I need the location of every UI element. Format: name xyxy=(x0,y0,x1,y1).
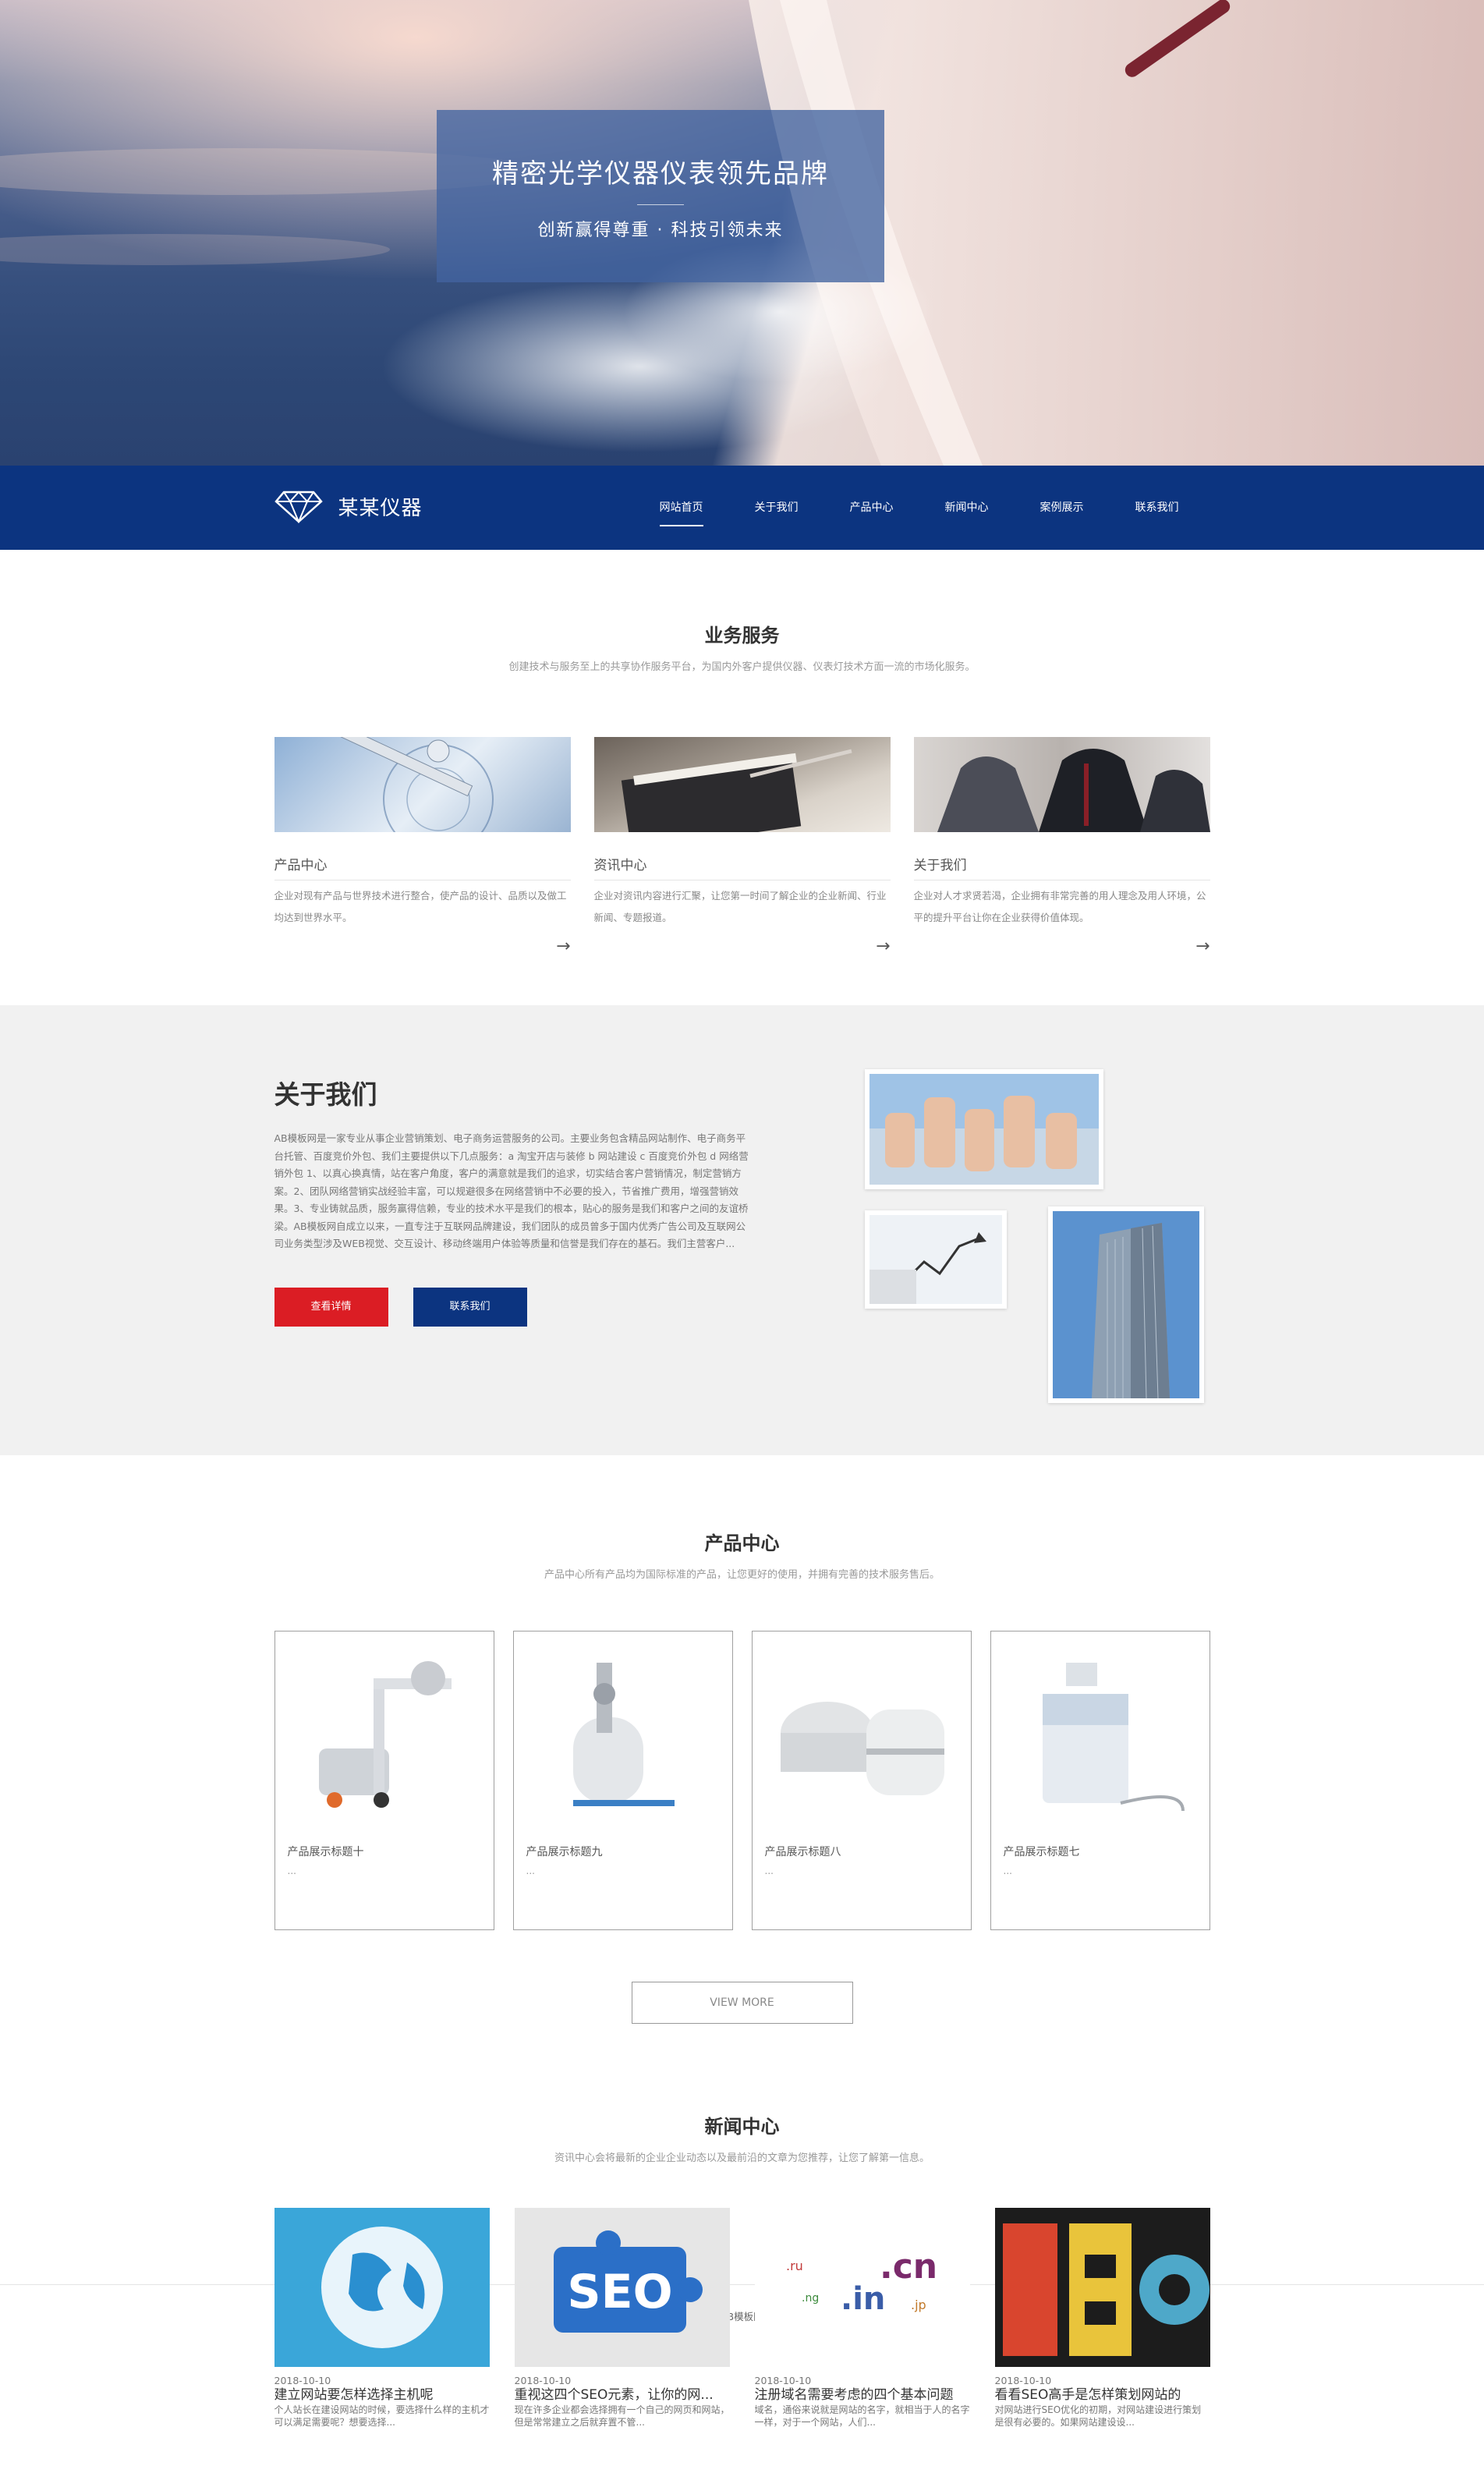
nav-item-cases[interactable]: 案例展示 xyxy=(1040,466,1084,550)
svg-text:.ru: .ru xyxy=(786,2259,803,2273)
news-headline[interactable]: 重视这四个SEO元素，让你的网... xyxy=(515,2386,730,2404)
news-date: 2018-10-10 xyxy=(514,2375,572,2386)
services-grid: 产品中心 企业对现有产品与世界技术进行整合，使产品的设计、品质以及做工均达到世界… xyxy=(274,737,1210,956)
about-photo-thumbs-up xyxy=(864,1069,1103,1189)
service-card[interactable]: 资讯中心 企业对资讯内容进行汇聚，让您第一时间了解企业的企业新闻、行业新闻、专题… xyxy=(593,737,891,956)
product-name: 产品展示标题十 xyxy=(287,1846,364,1858)
news-image-seo-letters xyxy=(994,2208,1210,2367)
about-section: 关于我们 AB模板网是一家专业从事企业营销策划、电子商务运营服务的公司。主要业务… xyxy=(0,1005,1484,1455)
product-name: 产品展示标题七 xyxy=(1003,1846,1080,1858)
product-name: 产品展示标题八 xyxy=(764,1846,841,1858)
service-text: 企业对现有产品与世界技术进行整合，使产品的设计、品质以及做工均达到世界水平。 xyxy=(274,890,567,923)
svg-text:.cn: .cn xyxy=(880,2247,937,2287)
product-card[interactable]: 产品展示标题九 ... xyxy=(512,1631,733,1930)
view-more-button[interactable]: VIEW MORE xyxy=(631,1982,853,2024)
nav-item-products[interactable]: 产品中心 xyxy=(850,466,894,550)
news-excerpt: 现在许多企业都会选择拥有一个自己的网页和网站，但是常常建立之后就弃置不管... xyxy=(514,2404,730,2428)
news-excerpt: 域名，通俗来说就是网站的名字，就相当于人的名字一样，对于一个网站，人们... xyxy=(754,2404,970,2428)
diamond-icon xyxy=(274,491,323,523)
svg-text:.in: .in xyxy=(841,2281,885,2317)
news-date: 2018-10-10 xyxy=(994,2375,1052,2386)
arrow-right-icon[interactable]: → xyxy=(594,937,890,956)
products-title: 产品中心 xyxy=(704,1532,780,1554)
product-image xyxy=(572,1663,675,1806)
service-title: 资讯中心 xyxy=(593,854,891,880)
product-card[interactable]: 产品展示标题七 ... xyxy=(990,1631,1210,1930)
service-title: 产品中心 xyxy=(274,854,571,880)
service-text: 企业对人才求贤若渴，企业拥有非常完善的用人理念及用人环境，公平的提升平台让你在企… xyxy=(913,890,1206,923)
nav-item-contact[interactable]: 联系我们 xyxy=(1135,466,1179,550)
site-logo[interactable]: 某某仪器 xyxy=(274,489,423,523)
main-navigation: 某某仪器 网站首页 关于我们 产品中心 新闻中心 案例展示 联系我们 xyxy=(0,466,1484,550)
news-date: 2018-10-10 xyxy=(754,2375,812,2386)
product-more: ... xyxy=(764,1865,774,1876)
svg-text:.ng: .ng xyxy=(802,2292,819,2305)
products-section: 产品中心 产品中心所有产品均为国际标准的产品，让您更好的使用，并拥有完善的技术服… xyxy=(0,1455,1484,2428)
view-detail-button[interactable]: 查看详情 xyxy=(274,1287,388,1327)
about-buttons: 查看详情 联系我们 xyxy=(274,1287,750,1327)
service-image-business xyxy=(913,737,1210,832)
product-name: 产品展示标题九 xyxy=(526,1846,603,1858)
news-image-seo-puzzle: SEO xyxy=(514,2208,730,2367)
services-title: 业务服务 xyxy=(704,625,780,647)
service-card[interactable]: 关于我们 企业对人才求贤若渴，企业拥有非常完善的用人理念及用人环境，公平的提升平… xyxy=(913,737,1210,956)
nav-item-news[interactable]: 新闻中心 xyxy=(945,466,989,550)
product-image xyxy=(1042,1663,1185,1812)
product-image xyxy=(780,1702,944,1795)
news-card[interactable]: .cn .in .ru .ng .jp 2018-10-10 注册域名需要考虑的… xyxy=(754,2208,970,2429)
services-section: 业务服务 创建技术与服务至上的共享协作服务平台，为国内外客户提供仪器、仪表灯技术… xyxy=(0,550,1484,1005)
hero-divider xyxy=(637,204,684,205)
service-text: 企业对资讯内容进行汇聚，让您第一时间了解企业的企业新闻、行业新闻、专题报道。 xyxy=(593,890,887,923)
news-excerpt: 个人站长在建设网站的时候，要选择什么样的主机才可以满足需要呢？想要选择... xyxy=(274,2404,490,2428)
service-title: 关于我们 xyxy=(913,854,1210,880)
news-date: 2018-10-10 xyxy=(274,2375,331,2386)
about-photo-chart xyxy=(864,1210,1007,1309)
news-headline[interactable]: 看看SEO高手是怎样策划网站的 xyxy=(995,2386,1210,2404)
svg-text:SEO: SEO xyxy=(567,2265,672,2319)
nav-item-about[interactable]: 关于我们 xyxy=(755,466,799,550)
hero-title: 精密光学仪器仪表领先品牌 xyxy=(492,158,829,190)
product-card[interactable]: 产品展示标题八 ... xyxy=(751,1631,972,1930)
news-headline[interactable]: 注册域名需要考虑的四个基本问题 xyxy=(755,2386,970,2404)
service-image-notebook xyxy=(593,737,891,832)
svg-text:.jp: .jp xyxy=(911,2298,926,2312)
news-card[interactable]: 2018-10-10 建立网站要怎样选择主机呢 个人站长在建设网站的时候，要选择… xyxy=(274,2208,490,2429)
arrow-right-icon[interactable]: → xyxy=(914,937,1210,956)
services-desc: 创建技术与服务至上的共享协作服务平台，为国内外客户提供仪器、仪表灯技术方面一流的… xyxy=(508,661,976,673)
news-excerpt: 对网站进行SEO优化的初期，对网站建设进行策划是很有必要的。如果网站建设设... xyxy=(994,2404,1202,2428)
news-card[interactable]: SEO 2018-10-10 重视这四个SEO元素，让你的网... 现在许多企业… xyxy=(514,2208,730,2429)
about-text: AB模板网是一家专业从事企业营销策划、电子商务运营服务的公司。主要业务包含精品网… xyxy=(274,1132,749,1249)
products-desc: 产品中心所有产品均为国际标准的产品，让您更好的使用，并拥有完善的技术服务售后。 xyxy=(544,1569,940,1581)
products-grid: 产品展示标题十 ... 产品展示标题九 ... 产品展示标题八 ... 产品展示… xyxy=(274,1631,1210,1930)
nav-item-home[interactable]: 网站首页 xyxy=(659,466,703,550)
arrow-right-icon[interactable]: → xyxy=(274,937,570,956)
hero-caption-box: 精密光学仪器仪表领先品牌 创新赢得尊重 · 科技引领未来 xyxy=(437,110,884,282)
service-card[interactable]: 产品中心 企业对现有产品与世界技术进行整合，使产品的设计、品质以及做工均达到世界… xyxy=(274,737,571,956)
nav-menu: 网站首页 关于我们 产品中心 新闻中心 案例展示 联系我们 xyxy=(608,466,1179,550)
logo-text: 某某仪器 xyxy=(338,496,423,520)
product-more: ... xyxy=(1003,1865,1012,1876)
product-more: ... xyxy=(526,1865,535,1876)
product-card[interactable]: 产品展示标题十 ... xyxy=(274,1631,494,1930)
contact-us-button[interactable]: 联系我们 xyxy=(413,1287,527,1327)
news-desc: 资讯中心会将最新的企业企业动态以及最前沿的文章为您推荐，让您了解第一信息。 xyxy=(554,2152,930,2164)
product-image xyxy=(318,1661,452,1808)
hero-banner: 精密光学仪器仪表领先品牌 创新赢得尊重 · 科技引领未来 xyxy=(0,0,1484,466)
news-grid: 2018-10-10 建立网站要怎样选择主机呢 个人站长在建设网站的时候，要选择… xyxy=(274,2208,1210,2429)
service-image-instruments xyxy=(274,737,571,832)
news-card[interactable]: 2018-10-10 看看SEO高手是怎样策划网站的 对网站进行SEO优化的初期… xyxy=(994,2208,1210,2429)
product-more: ... xyxy=(287,1865,296,1876)
news-title: 新闻中心 xyxy=(704,2116,780,2138)
news-image-domains: .cn .in .ru .ng .jp xyxy=(754,2208,970,2367)
news-image-globe xyxy=(274,2208,490,2367)
hero-subtitle: 创新赢得尊重 · 科技引领未来 xyxy=(537,221,784,240)
about-photo-building xyxy=(1047,1206,1204,1403)
news-headline[interactable]: 建立网站要怎样选择主机呢 xyxy=(274,2386,490,2404)
about-content: 关于我们 AB模板网是一家专业从事企业营销策划、电子商务运营服务的公司。主要业务… xyxy=(274,1074,750,1327)
about-title: 关于我们 xyxy=(274,1079,377,1110)
